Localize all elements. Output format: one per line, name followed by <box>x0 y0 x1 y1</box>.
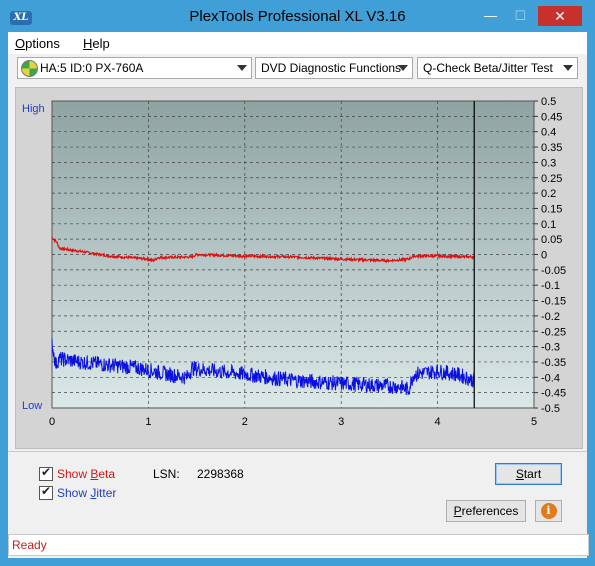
y-tick-label: 0.3 <box>541 157 556 169</box>
lsn-label: LSN: <box>153 467 180 481</box>
y-tick-label: -0.45 <box>541 388 566 400</box>
menu-help[interactable]: Help <box>83 36 110 51</box>
show-beta-checkbox[interactable] <box>39 465 53 481</box>
info-button[interactable]: i <box>535 500 562 522</box>
y-tick-label: 0.25 <box>541 173 562 185</box>
drive-select-value: HA:5 ID:0 PX-760A <box>40 61 144 75</box>
y-tick-label: -0.4 <box>541 372 560 384</box>
show-beta-label[interactable]: Show Beta <box>57 467 115 481</box>
chevron-down-icon <box>563 65 573 71</box>
y-tick-label: 0.05 <box>541 234 562 246</box>
close-button[interactable]: ✕ <box>538 6 582 26</box>
y-tick-label: 0.2 <box>541 188 556 200</box>
y-tick-label: -0.3 <box>541 342 560 354</box>
chevron-down-icon <box>398 65 408 71</box>
beta-jitter-chart: 0.5 0.45 0.4 0.35 0.3 0.25 0.2 0.15 0.1 0.05 0 -0.0… <box>49 96 566 428</box>
chevron-down-icon <box>237 65 247 71</box>
graph-panel: High Low 0.5 0.45 0.4 0.35 0.3 0.25 0.2 0.15 0.1… <box>15 87 583 449</box>
title-bar[interactable]: XL PlexTools Professional XL V3.16 — ☐ ✕ <box>0 0 595 32</box>
x-tick-label: 5 <box>531 416 537 428</box>
y-tick-label: -0.15 <box>541 296 566 308</box>
y-tick-label: -0.25 <box>541 326 566 338</box>
x-tick-label: 4 <box>435 416 441 428</box>
test-select[interactable]: Q-Check Beta/Jitter Test <box>417 57 578 79</box>
status-bar: Ready <box>8 534 589 556</box>
y-tick-label: -0.1 <box>541 280 560 292</box>
x-tick-label: 3 <box>338 416 344 428</box>
status-text: Ready <box>12 538 47 552</box>
y-tick-label: 0.5 <box>541 96 556 108</box>
y-tick-label: 0 <box>541 250 547 262</box>
show-jitter-label[interactable]: Show Jitter <box>57 486 116 500</box>
window-title: PlexTools Professional XL V3.16 <box>189 8 406 25</box>
show-jitter-checkbox[interactable] <box>39 484 53 500</box>
x-tick-label: 1 <box>145 416 151 428</box>
y-tick-label: 0.45 <box>541 111 562 123</box>
app-window: XL PlexTools Professional XL V3.16 — ☐ ✕… <box>0 0 595 566</box>
maximize-button[interactable]: ☐ <box>507 6 534 26</box>
y-tick-label: -0.05 <box>541 265 566 277</box>
main-client-area: Options Help HA:5 ID:0 PX-760A DVD Diagn… <box>8 32 589 558</box>
x-tick-label: 2 <box>242 416 248 428</box>
y-tick-label: -0.5 <box>541 403 560 415</box>
function-select[interactable]: DVD Diagnostic Functions <box>255 57 413 79</box>
start-button[interactable]: Start <box>495 463 562 485</box>
y-tick-label: -0.35 <box>541 357 566 369</box>
function-select-value: DVD Diagnostic Functions <box>261 61 402 75</box>
preferences-button[interactable]: Preferences <box>446 500 526 522</box>
x-tick-label: 0 <box>49 416 55 428</box>
y-tick-label: -0.2 <box>541 311 560 323</box>
y-tick-label: 0.4 <box>541 127 556 139</box>
minimize-button[interactable]: — <box>477 6 504 26</box>
controls-panel: Show Beta Show Jitter LSN: 2298368 Start… <box>8 451 587 536</box>
menu-bar: Options Help <box>8 32 587 54</box>
drive-icon <box>21 60 38 77</box>
test-select-value: Q-Check Beta/Jitter Test <box>423 61 553 75</box>
y-tick-label: 0.1 <box>541 219 556 231</box>
info-icon: i <box>540 503 557 519</box>
menu-options[interactable]: Options <box>15 36 60 51</box>
y-tick-label: 0.15 <box>541 203 562 215</box>
lsn-value: 2298368 <box>197 467 244 481</box>
drive-select[interactable]: HA:5 ID:0 PX-760A <box>17 57 252 79</box>
y-tick-label: 0.35 <box>541 142 562 154</box>
